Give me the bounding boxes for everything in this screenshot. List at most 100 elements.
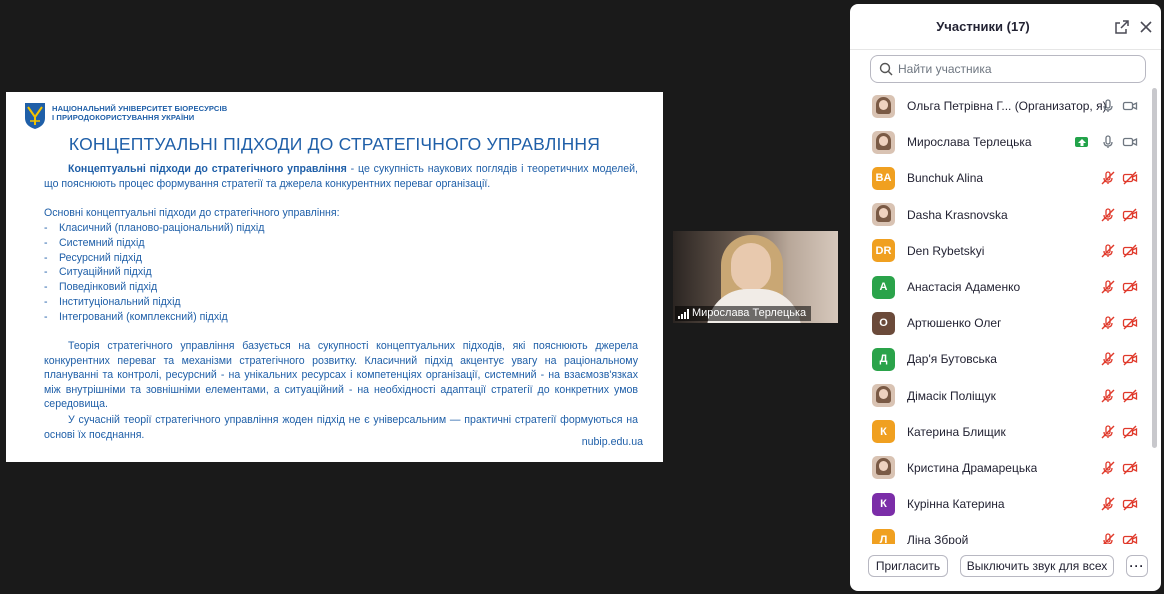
participant-name: Дар'я Бутовська	[907, 352, 997, 367]
university-shield-icon	[25, 103, 45, 129]
participant-name: Дімасік Поліщук	[907, 388, 996, 403]
participant-row[interactable]: К Курінна Катерина	[850, 486, 1150, 522]
mic-muted-icon[interactable]	[1100, 315, 1116, 331]
participant-row[interactable]: Дімасік Поліщук	[850, 378, 1150, 414]
list-dash: -	[44, 310, 48, 323]
approach-item: - Класичний (планово-раціональний) підхід	[44, 221, 264, 236]
video-off-icon[interactable]	[1122, 460, 1138, 476]
video-off-icon[interactable]	[1122, 351, 1138, 367]
participant-row[interactable]: А Анастасія Адаменко	[850, 269, 1150, 305]
video-off-icon[interactable]	[1122, 424, 1138, 440]
participant-row[interactable]: Кристина Драмарецька	[850, 450, 1150, 486]
participant-avatar	[872, 456, 895, 480]
mic-muted-icon[interactable]	[1100, 496, 1116, 512]
participant-name: Артюшенко Олег	[907, 316, 1002, 331]
participant-status-icons	[1100, 388, 1138, 404]
participant-status-icons	[1100, 532, 1138, 544]
approach-label: Інтегрований (комплексний) підхід	[59, 310, 228, 323]
participant-name: Ліна Збрoй	[907, 533, 969, 544]
mic-icon[interactable]	[1100, 98, 1116, 114]
list-dash: -	[44, 251, 48, 264]
participant-row[interactable]: Ольга Петрівна Г... (Организатор, я)	[850, 88, 1150, 124]
participant-search[interactable]	[870, 55, 1146, 83]
video-off-icon[interactable]	[1122, 388, 1138, 404]
participant-status-icons	[1100, 279, 1138, 295]
participant-name: Dasha Krasnovska	[907, 207, 1008, 222]
participant-avatar	[872, 384, 895, 408]
participant-name: Курінна Катерина	[907, 497, 1005, 512]
approach-item: - Інтегрований (комплексний) підхід	[44, 310, 264, 325]
slide-website: nubip.edu.ua	[581, 436, 643, 448]
approach-item: - Ресурсний підхід	[44, 251, 264, 266]
mic-muted-icon[interactable]	[1100, 279, 1116, 295]
video-off-icon[interactable]	[1122, 170, 1138, 186]
approach-item: - Поведінковий підхід	[44, 280, 264, 295]
approach-label: Ситуаційний підхід	[59, 266, 152, 279]
video-off-icon[interactable]	[1122, 532, 1138, 544]
participant-row[interactable]: DR Den Rybetskyi	[850, 233, 1150, 269]
participant-avatar: О	[872, 311, 895, 335]
participant-row[interactable]: Мирослава Терлецька	[850, 124, 1150, 160]
screen-share-icon	[1075, 137, 1088, 148]
video-person-face	[731, 243, 771, 291]
participants-panel-title: Участники (17)	[936, 19, 1030, 34]
video-off-icon[interactable]	[1122, 243, 1138, 259]
participant-status-icons	[1100, 98, 1138, 114]
video-icon[interactable]	[1122, 98, 1138, 114]
video-participant-name: Мирослава Терлецька	[692, 307, 807, 319]
participant-search-input[interactable]	[898, 62, 1138, 76]
mic-muted-icon[interactable]	[1100, 170, 1116, 186]
more-options-button[interactable]: ···	[1126, 555, 1148, 577]
participants-panel-header: Участники (17)	[850, 4, 1161, 50]
participant-name: Кристина Драмарецька	[907, 460, 1038, 475]
list-dash: -	[44, 266, 48, 279]
participant-status-icons	[1100, 424, 1138, 440]
approaches-list: - Класичний (планово-раціональний) підхід…	[44, 221, 264, 325]
video-name-label: Мирослава Терлецька	[675, 306, 812, 321]
participant-row[interactable]: О Артюшенко Олег	[850, 305, 1150, 341]
participant-status-icons	[1075, 134, 1138, 150]
participant-avatar	[872, 130, 895, 154]
search-icon	[879, 62, 893, 76]
shared-screen-slide: НАЦІОНАЛЬНИЙ УНІВЕРСИТЕТ БІОРЕСУРСІВ І П…	[6, 92, 663, 462]
participant-row[interactable]: Dasha Krasnovska	[850, 197, 1150, 233]
close-icon[interactable]	[1138, 19, 1154, 35]
mic-muted-icon[interactable]	[1100, 532, 1116, 544]
participant-name: Анастасія Адаменко	[907, 280, 1021, 295]
participant-avatar: А	[872, 275, 895, 299]
participant-name: Мирослава Терлецька	[907, 135, 1032, 150]
participants-scrollbar[interactable]	[1152, 88, 1157, 448]
participant-video-tile[interactable]: Мирослава Терлецька	[673, 231, 838, 323]
mute-all-button[interactable]: Выключить звук для всех	[960, 555, 1114, 577]
mic-muted-icon[interactable]	[1100, 243, 1116, 259]
popout-icon[interactable]	[1114, 19, 1130, 35]
participant-status-icons	[1100, 460, 1138, 476]
participant-status-icons	[1100, 315, 1138, 331]
participant-name: Ольга Петрівна Г... (Организатор, я)	[907, 99, 1107, 114]
mic-muted-icon[interactable]	[1100, 388, 1116, 404]
video-icon[interactable]	[1122, 134, 1138, 150]
approaches-list-title: Основні концептуальні підходи до стратег…	[44, 207, 340, 219]
mic-muted-icon[interactable]	[1100, 424, 1116, 440]
participant-avatar: DR	[872, 239, 895, 263]
mic-muted-icon[interactable]	[1100, 207, 1116, 223]
participant-name: Катерина Блищик	[907, 424, 1006, 439]
participant-avatar: Д	[872, 347, 895, 371]
video-off-icon[interactable]	[1122, 207, 1138, 223]
participant-row[interactable]: BA Bunchuk Alina	[850, 160, 1150, 196]
participant-row[interactable]: Д Дар'я Бутовська	[850, 341, 1150, 377]
mic-muted-icon[interactable]	[1100, 460, 1116, 476]
connection-signal-icon	[678, 308, 689, 319]
video-off-icon[interactable]	[1122, 315, 1138, 331]
invite-button[interactable]: Пригласить	[868, 555, 948, 577]
university-name: НАЦІОНАЛЬНИЙ УНІВЕРСИТЕТ БІОРЕСУРСІВ І П…	[52, 104, 227, 122]
mic-muted-icon[interactable]	[1100, 351, 1116, 367]
participant-row[interactable]: Л Ліна Збрoй	[850, 522, 1150, 544]
video-off-icon[interactable]	[1122, 496, 1138, 512]
university-name-line2: І ПРИРОДОКОРИСТУВАННЯ УКРАЇНИ	[52, 113, 195, 122]
video-off-icon[interactable]	[1122, 279, 1138, 295]
mic-icon[interactable]	[1100, 134, 1116, 150]
participant-avatar: К	[872, 420, 895, 444]
participant-row[interactable]: К Катерина Блищик	[850, 414, 1150, 450]
slide-title: КОНЦЕПТУАЛЬНІ ПІДХОДИ ДО СТРАТЕГІЧНОГО У…	[68, 134, 601, 154]
